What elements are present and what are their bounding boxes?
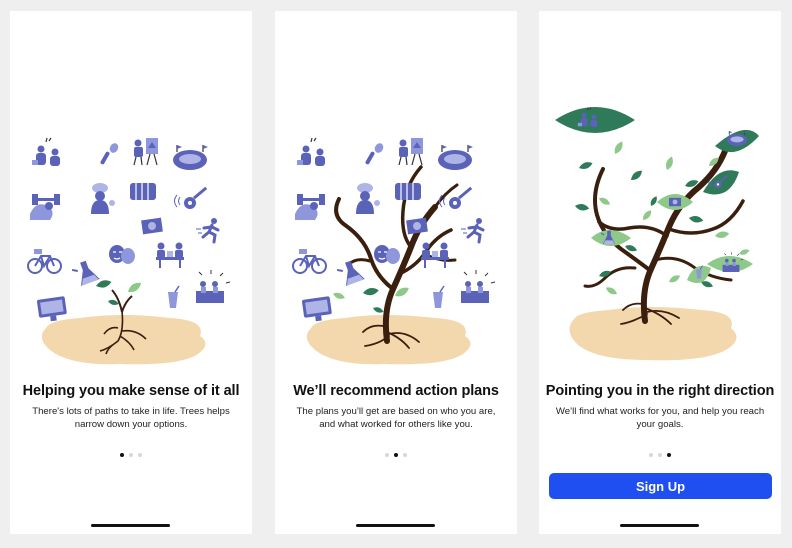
guitar-icon [174, 186, 208, 210]
page-dot-3[interactable] [138, 453, 142, 457]
page-indicator [275, 453, 517, 457]
page-dot-1[interactable] [385, 453, 389, 457]
home-indicator [356, 524, 435, 527]
home-indicator [91, 524, 170, 527]
drink-icon [167, 285, 180, 309]
study-icon [420, 241, 450, 269]
stadium-icon [437, 144, 474, 171]
microphone-icon [364, 141, 385, 166]
people-leaf-icon [555, 106, 635, 133]
chef-icon [91, 183, 115, 214]
tree-leaves [332, 284, 411, 315]
screen-subtitle: There's lots of paths to take in life. T… [32, 406, 230, 430]
accordion-icon [394, 182, 422, 201]
sign-up-button[interactable]: Sign Up [549, 473, 772, 499]
screen-subtitle: We’ll find what works for you, and help … [555, 406, 765, 430]
page-indicator [539, 453, 781, 457]
science-icon [69, 257, 101, 288]
drink-leaf-icon [687, 265, 711, 284]
onboarding-screen-2: We’ll recommend action plans The plans y… [275, 11, 517, 534]
runner-icon [194, 216, 220, 244]
weightlifter-icon [30, 194, 60, 220]
onboarding-illustration-branching-tree [292, 137, 496, 365]
page-indicator [10, 453, 252, 457]
people-icon [296, 137, 326, 167]
stadium-leaf-icon [715, 129, 759, 153]
microphone-icon [99, 141, 120, 166]
orchestra-icon [460, 269, 496, 304]
page-dot-1[interactable] [120, 453, 124, 457]
screen-title: Pointing you in the right direction [545, 383, 775, 399]
bicycle-icon [292, 248, 327, 274]
science-leaf-icon [591, 230, 631, 246]
onboarding-illustration-grown-tree [555, 106, 759, 361]
home-indicator [620, 524, 699, 527]
camera-icon [406, 217, 428, 235]
page-dot-3[interactable] [403, 453, 407, 457]
orchestra-leaf-icon [707, 251, 753, 273]
stadium-icon [172, 144, 209, 171]
guitar-icon [439, 186, 473, 210]
theater-masks-icon [108, 244, 136, 265]
soil-mound [569, 307, 737, 361]
screen-title: Helping you make sense of it all [22, 383, 240, 399]
page-dot-2[interactable] [394, 453, 398, 457]
computer-icon [36, 296, 68, 323]
computer-icon [301, 296, 333, 323]
study-icon [155, 241, 185, 269]
drink-icon [432, 285, 445, 309]
onboarding-screen-3: Pointing you in the right direction We’l… [539, 11, 781, 534]
page-dot-2[interactable] [129, 453, 133, 457]
painter-icon [133, 137, 159, 166]
screen-subtitle: The plans you’ll get are based on who yo… [296, 406, 496, 430]
runner-icon [459, 216, 485, 244]
science-icon [334, 257, 366, 288]
tree-leaves [574, 139, 751, 297]
people-icon [31, 137, 61, 167]
weightlifter-icon [295, 194, 325, 220]
orchestra-icon [195, 269, 231, 304]
page-dot-2[interactable] [658, 453, 662, 457]
accordion-icon [129, 182, 157, 201]
onboarding-screen-1: Helping you make sense of it all There's… [10, 11, 252, 534]
page-dot-3[interactable] [667, 453, 671, 457]
painter-icon [398, 137, 424, 166]
screen-title: We’ll recommend action plans [293, 383, 499, 399]
chef-icon [356, 183, 380, 214]
bicycle-icon [27, 248, 62, 274]
page-dot-1[interactable] [649, 453, 653, 457]
theater-masks-icon [373, 244, 401, 265]
onboarding-illustration-icons [27, 137, 231, 365]
soil-mound [41, 315, 206, 365]
camera-icon [141, 217, 163, 235]
